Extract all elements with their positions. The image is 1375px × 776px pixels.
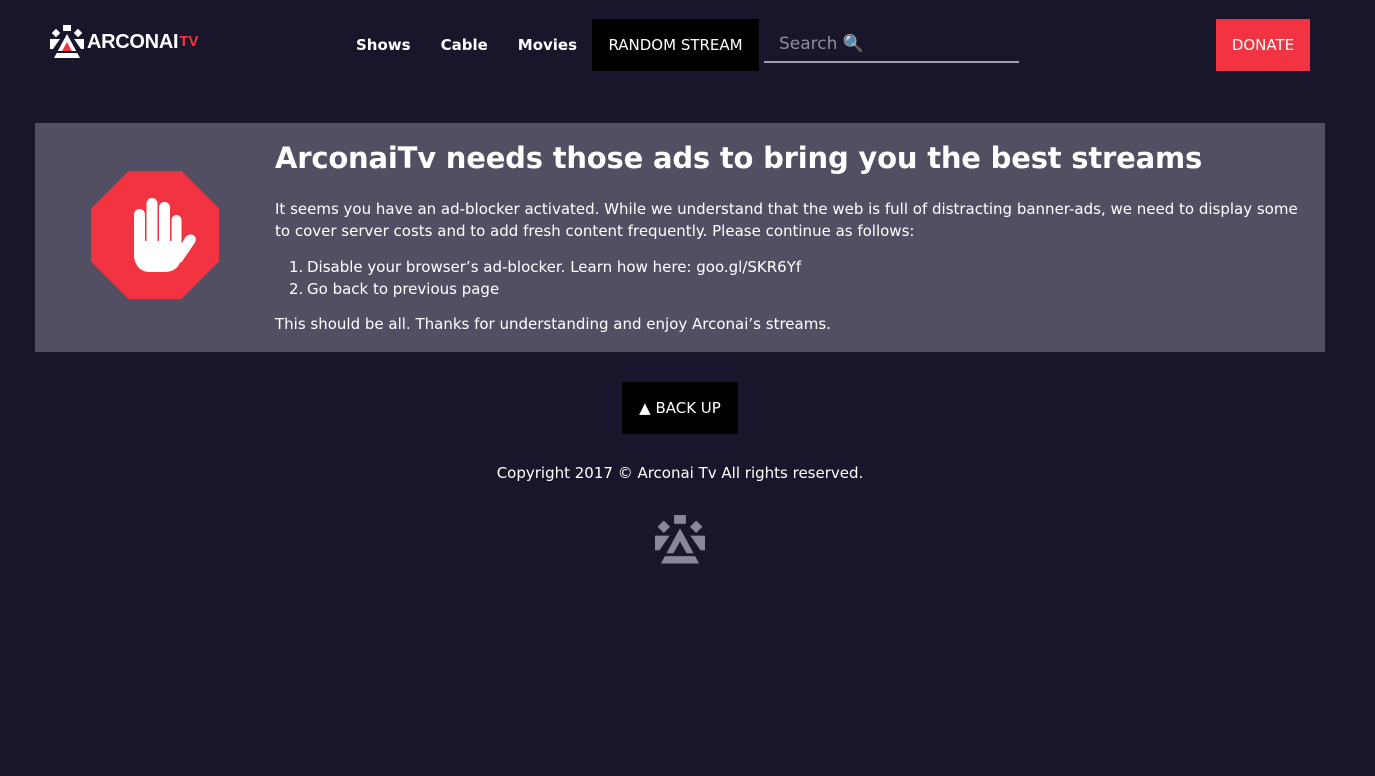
adblock-notice: ArconaiTv needs those ads to bring you t… [35,123,1325,352]
nav-shows[interactable]: Shows [341,36,426,54]
search-box [764,27,1019,63]
random-stream-button[interactable]: RANDOM STREAM [592,19,760,71]
notice-steps: 1. Disable your browser’s ad-blocker. Le… [289,256,801,300]
notice-title: ArconaiTv needs those ads to bring you t… [275,141,1203,175]
donate-button[interactable]: DONATE [1216,19,1310,71]
notice-footer: This should be all. Thanks for understan… [275,315,831,333]
step-text: Disable your browser’s ad-blocker. Learn… [307,258,802,276]
list-item: 1. Disable your browser’s ad-blocker. Le… [289,256,801,278]
nav-movies[interactable]: Movies [503,36,592,54]
back-up-button[interactable]: ▲ BACK UP [622,382,738,434]
search-input[interactable] [764,34,1019,54]
arconai-logo-icon [50,25,84,58]
site-header: ARCONAI TV Shows Cable Movies RANDOM STR… [0,0,1375,90]
notice-body: It seems you have an ad-blocker activate… [275,200,1298,240]
step-text: Go back to previous page [307,280,500,298]
brand-logo[interactable]: ARCONAI TV [50,25,198,59]
stop-hand-icon [91,171,219,299]
brand-suffix: TV [179,32,199,50]
nav-cable[interactable]: Cable [426,36,503,54]
step-number: 2. [289,280,304,298]
copyright-text: Copyright 2017 © Arconai Tv All rights r… [496,464,864,482]
brand-name: ARCONAI [87,30,179,53]
arconai-logo-icon [655,515,705,564]
main-nav: Shows Cable Movies RANDOM STREAM [341,19,760,71]
list-item: 2. Go back to previous page [289,278,801,300]
step-number: 1. [289,258,304,276]
